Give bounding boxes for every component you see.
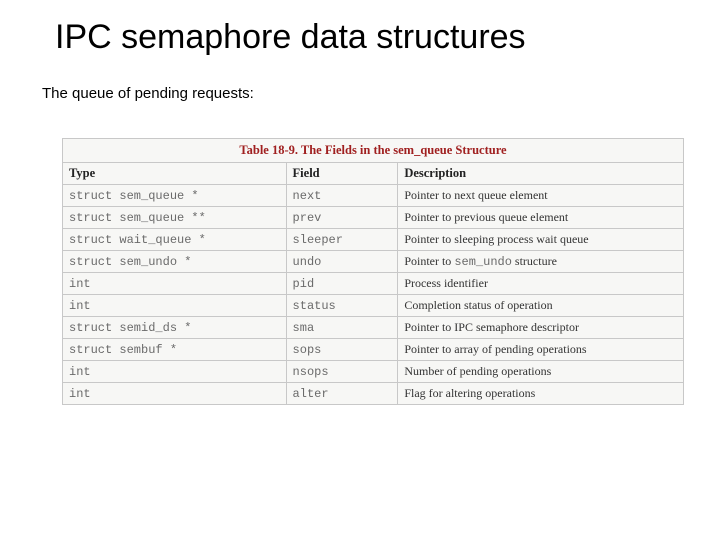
cell-field: next: [286, 185, 398, 207]
cell-type: int: [63, 295, 287, 317]
cell-type: int: [63, 383, 287, 405]
header-field: Field: [286, 163, 398, 185]
table-row: struct sem_queue **prev Pointer to previo…: [63, 207, 684, 229]
cell-field: prev: [286, 207, 398, 229]
desc-text: Completion status of operation: [404, 298, 552, 312]
cell-description: Pointer to sem_undo structure: [398, 251, 684, 273]
desc-text: Number of pending operations: [404, 364, 551, 378]
table-row: intnsops Number of pending operations: [63, 361, 684, 383]
cell-type: struct sembuf *: [63, 339, 287, 361]
page-title: IPC semaphore data structures: [55, 18, 720, 57]
cell-type: struct sem_undo *: [63, 251, 287, 273]
cell-type: int: [63, 361, 287, 383]
desc-text: Pointer to IPC semaphore descriptor: [404, 320, 579, 334]
table-row: struct semid_ds *sma Pointer to IPC semap…: [63, 317, 684, 339]
table-row: struct sem_undo *undoPointer to sem_undo…: [63, 251, 684, 273]
cell-field: sops: [286, 339, 398, 361]
cell-description: Pointer to previous queue element: [398, 207, 684, 229]
header-desc: Description: [398, 163, 684, 185]
desc-text: Pointer to next queue element: [404, 188, 547, 202]
cell-type: struct sem_queue **: [63, 207, 287, 229]
subtitle: The queue of pending requests:: [42, 85, 720, 102]
desc-text-post: structure: [512, 254, 557, 268]
cell-field: sleeper: [286, 229, 398, 251]
cell-description: Pointer to IPC semaphore descriptor: [398, 317, 684, 339]
table-body: struct sem_queue *next Pointer to next qu…: [63, 185, 684, 405]
cell-field: nsops: [286, 361, 398, 383]
slide: IPC semaphore data structures The queue …: [0, 0, 720, 540]
cell-field: sma: [286, 317, 398, 339]
desc-text: Flag for altering operations: [404, 386, 535, 400]
cell-type: struct sem_queue *: [63, 185, 287, 207]
cell-field: status: [286, 295, 398, 317]
desc-text: Process identifier: [404, 276, 488, 290]
desc-text: Pointer to array of pending operations: [404, 342, 586, 356]
table-row: intstatus Completion status of operation: [63, 295, 684, 317]
cell-description: Pointer to sleeping process wait queue: [398, 229, 684, 251]
table-header-row: Type Field Description: [63, 163, 684, 185]
sem-queue-table: Table 18-9. The Fields in the sem_queue …: [62, 138, 684, 405]
cell-type: struct semid_ds *: [63, 317, 287, 339]
table-row: struct sem_queue *next Pointer to next qu…: [63, 185, 684, 207]
table-row: struct wait_queue *sleeper Pointer to sle…: [63, 229, 684, 251]
cell-description: Process identifier: [398, 273, 684, 295]
header-type: Type: [63, 163, 287, 185]
cell-description: Pointer to next queue element: [398, 185, 684, 207]
table-row: struct sembuf *sops Pointer to array of p…: [63, 339, 684, 361]
desc-text: Pointer to sleeping process wait queue: [404, 232, 588, 246]
table-container: Table 18-9. The Fields in the sem_queue …: [62, 138, 684, 405]
cell-field: undo: [286, 251, 398, 273]
cell-description: Completion status of operation: [398, 295, 684, 317]
table-row: intpid Process identifier: [63, 273, 684, 295]
cell-field: alter: [286, 383, 398, 405]
table-row: intalter Flag for altering operations: [63, 383, 684, 405]
desc-text: Pointer to previous queue element: [404, 210, 568, 224]
cell-field: pid: [286, 273, 398, 295]
desc-code: sem_undo: [454, 255, 512, 269]
cell-type: int: [63, 273, 287, 295]
cell-description: Flag for altering operations: [398, 383, 684, 405]
cell-type: struct wait_queue *: [63, 229, 287, 251]
cell-description: Number of pending operations: [398, 361, 684, 383]
desc-text: Pointer to: [404, 254, 454, 268]
table-caption: Table 18-9. The Fields in the sem_queue …: [62, 138, 684, 162]
cell-description: Pointer to array of pending operations: [398, 339, 684, 361]
